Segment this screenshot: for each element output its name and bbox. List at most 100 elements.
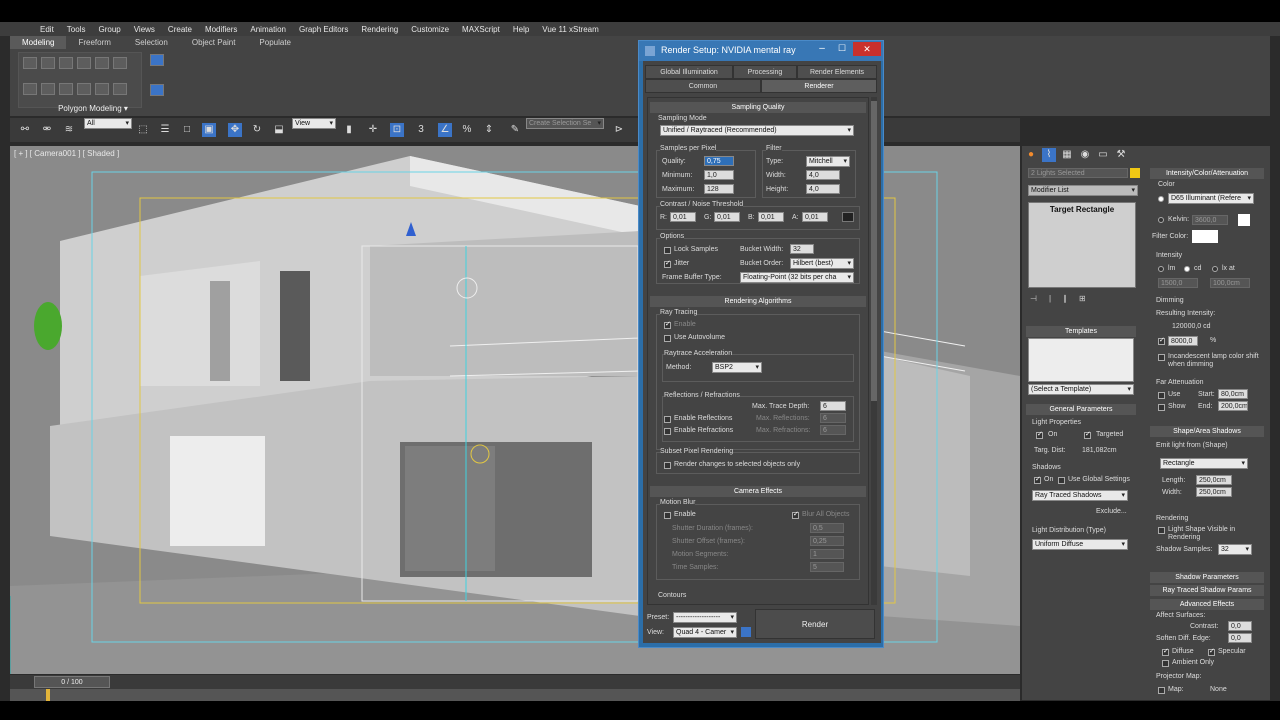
shutter-dur-field[interactable]: 0,5 [810,523,844,533]
map-checkbox[interactable] [1158,687,1165,694]
use-global-checkbox[interactable] [1058,477,1065,484]
menu-views[interactable]: Views [134,25,155,34]
kelvin-swatch[interactable] [1238,214,1250,226]
light-dist-select[interactable]: Uniform Diffuse [1032,539,1128,550]
shadow-samples-select[interactable]: 32 [1218,544,1252,555]
enable-refl-checkbox[interactable] [664,416,671,423]
blur-all-checkbox[interactable] [792,510,799,519]
preset-select[interactable]: ------------------- [673,612,737,623]
time-slider[interactable]: 0 / 100 [10,675,1020,689]
modify-tab-icon[interactable]: ⌇ [1042,148,1056,162]
display-tab-icon[interactable]: ▭ [1096,148,1110,162]
rt-enable-checkbox[interactable] [664,320,671,329]
max-refr-field[interactable]: 6 [820,425,846,435]
intensity-dist-field[interactable]: 100,0cm [1210,278,1250,288]
menu-edit[interactable]: Edit [40,25,54,34]
template-select[interactable]: (Select a Template) [1028,384,1134,395]
stack-item[interactable]: Target Rectangle [1029,205,1135,214]
viewport-label[interactable]: [ + ] [ Camera001 ] [ Shaded ] [14,149,119,158]
length-field[interactable]: 250,0cm [1196,475,1232,485]
autovolume-checkbox[interactable] [664,335,671,342]
menu-group[interactable]: Group [98,25,120,34]
contrast-field[interactable]: 0,0 [1228,621,1252,631]
lock-view-icon[interactable] [741,627,751,637]
lock-samples-checkbox[interactable] [664,247,671,254]
utilities-tab-icon[interactable]: ⚒ [1114,148,1128,162]
far-show-checkbox[interactable] [1158,404,1165,411]
selection-name[interactable]: 2 Lights Selected [1028,168,1128,178]
maximize-icon[interactable]: ☐ [835,43,849,57]
map-button[interactable]: None [1210,686,1227,693]
dialog-scrollbar[interactable] [871,97,877,605]
sampling-quality-header[interactable]: Sampling Quality [650,102,866,113]
select-by-name-icon[interactable]: ☰ [158,123,172,137]
maximum-field[interactable]: 128 [704,184,734,194]
templates-list[interactable] [1028,338,1134,382]
subobject-icon[interactable] [150,84,164,96]
move-icon[interactable]: ✥ [228,123,242,137]
ref-coord-system[interactable]: View [292,118,336,129]
unlink-icon[interactable]: ⚮ [40,123,54,137]
kelvin-radio[interactable] [1158,217,1164,223]
filter-color-swatch[interactable] [1192,230,1218,243]
light-on-checkbox[interactable] [1036,430,1043,439]
sampling-mode-select[interactable]: Unified / Raytraced (Recommended) [660,125,854,136]
track-bar[interactable] [10,689,1020,701]
dimming-field[interactable]: 8000,0 [1168,336,1198,346]
templates-header[interactable]: Templates [1026,326,1136,337]
shadow-params-header[interactable]: Shadow Parameters [1150,572,1264,583]
far-start-field[interactable]: 80,0cm [1218,389,1248,399]
create-tab-icon[interactable]: ● [1024,148,1038,162]
minimize-icon[interactable]: – [815,43,829,57]
named-selection-set[interactable]: Create Selection Se [526,118,604,129]
fb-type-select[interactable]: Floating-Point (32 bits per cha [740,272,854,283]
color-preset-select[interactable]: D65 Illuminant (Refere [1168,193,1254,204]
window-crossing-icon[interactable]: ▣ [202,123,216,137]
menu-graph-editors[interactable]: Graph Editors [299,25,348,34]
minimum-field[interactable]: 1,0 [704,170,734,180]
select-object-icon[interactable]: ⬚ [136,123,150,137]
ribbon-tab-freeform[interactable]: Freeform [66,36,122,49]
tab-global-illumination[interactable]: Global Illumination [645,65,733,79]
subset-checkbox[interactable] [664,462,671,469]
bind-icon[interactable]: ≋ [62,123,76,137]
hierarchy-tab-icon[interactable]: ▦ [1060,148,1074,162]
modifier-list[interactable]: Modifier List [1028,185,1138,196]
bucket-width-field[interactable]: 32 [790,244,814,254]
advanced-effects-header[interactable]: Advanced Effects [1150,599,1264,610]
angle-snap-icon[interactable]: ∠ [438,123,452,137]
scale-icon[interactable]: ⬓ [272,123,286,137]
color-preset-radio[interactable] [1158,196,1164,202]
ray-shadow-params-header[interactable]: Ray Traced Shadow Params [1150,585,1264,596]
menu-rendering[interactable]: Rendering [361,25,398,34]
specular-checkbox[interactable] [1208,647,1215,656]
lxat-radio[interactable] [1212,266,1218,272]
max-trace-field[interactable]: 6 [820,401,846,411]
enable-refr-checkbox[interactable] [664,428,671,435]
tab-common[interactable]: Common [645,79,761,93]
modifier-stack[interactable]: Target Rectangle [1028,202,1136,288]
dimming-checkbox[interactable] [1158,336,1165,345]
object-color-swatch[interactable] [1130,168,1140,178]
close-icon[interactable]: ✕ [853,42,881,56]
filter-type-select[interactable]: Mitchell [806,156,850,167]
ribbon-tab-selection[interactable]: Selection [123,36,180,49]
width-field[interactable]: 250,0cm [1196,487,1232,497]
intensity-field[interactable]: 1500,0 [1158,278,1198,288]
a-field[interactable]: 0,01 [802,212,828,222]
targeted-checkbox[interactable] [1084,430,1091,439]
tab-render-elements[interactable]: Render Elements [797,65,877,79]
shape-select[interactable]: Rectangle [1160,458,1248,469]
ribbon-group-label[interactable]: Polygon Modeling ▾ [18,104,168,113]
shadow-type-select[interactable]: Ray Traced Shadows [1032,490,1128,501]
r-field[interactable]: 0,01 [670,212,696,222]
tab-renderer[interactable]: Renderer [761,79,877,93]
mirror-icon[interactable]: ⊳ [612,123,626,137]
pivot-icon[interactable]: ▮ [342,123,356,137]
menu-vue-11-xstream[interactable]: Vue 11 xStream [542,25,598,34]
shape-header[interactable]: Shape/Area Shadows [1150,426,1264,437]
max-refl-field[interactable]: 6 [820,413,846,423]
scrollbar-thumb[interactable] [871,101,877,401]
g-field[interactable]: 0,01 [714,212,740,222]
percent-snap-icon[interactable]: % [460,123,474,137]
